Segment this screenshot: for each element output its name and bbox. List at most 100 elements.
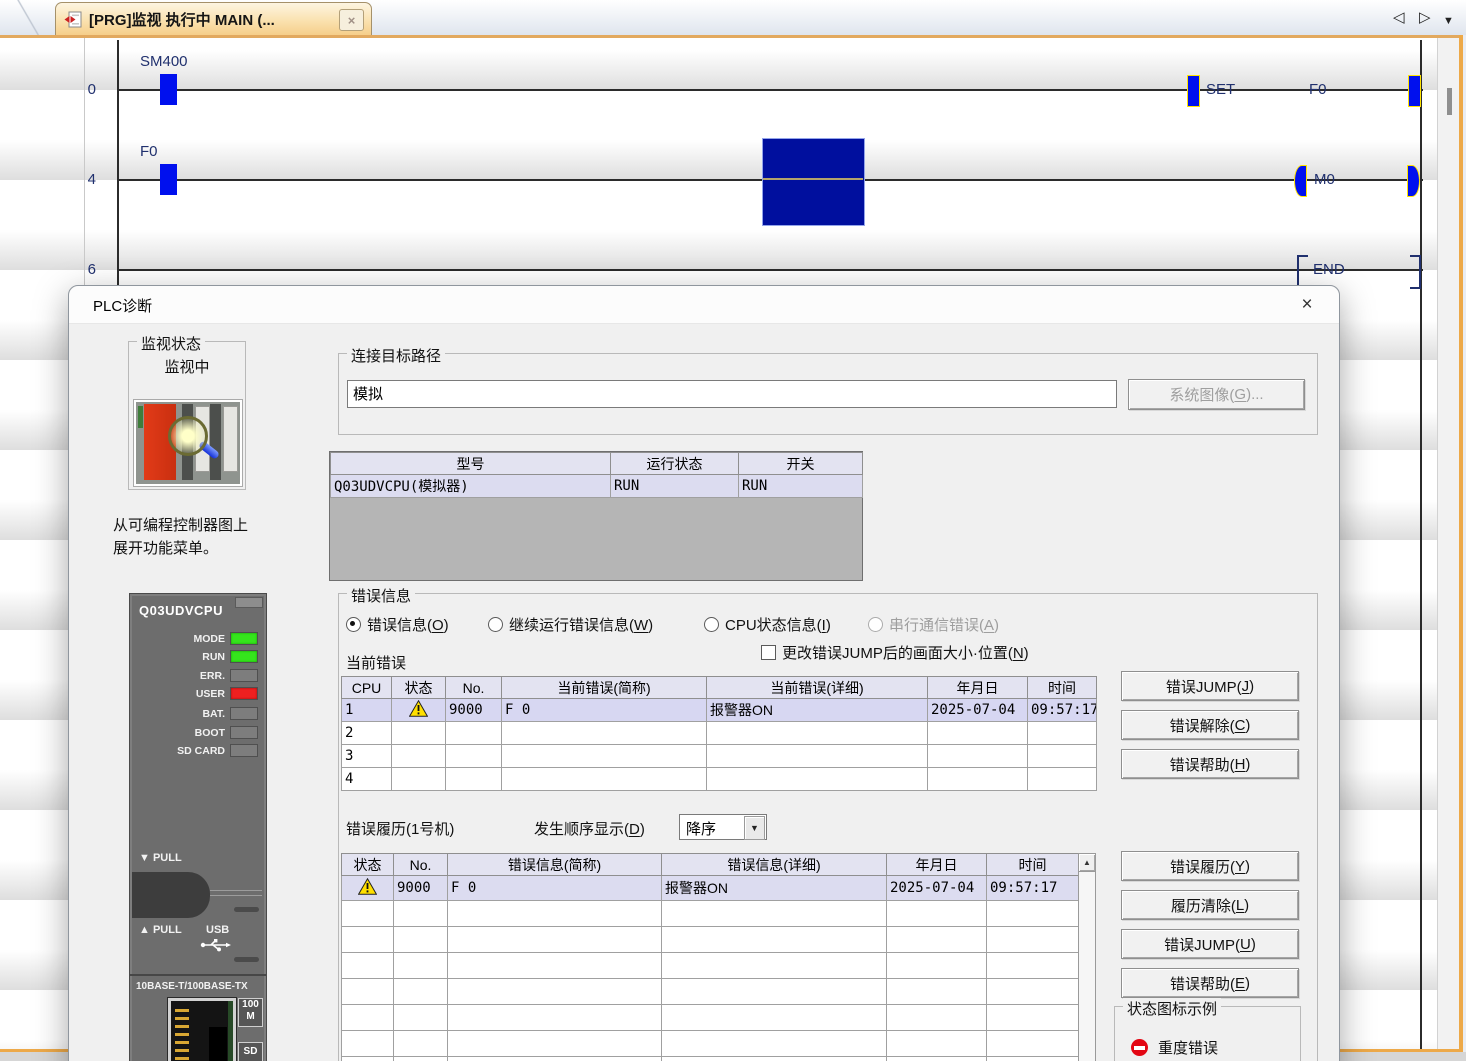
empty-error-row[interactable]: 2: [342, 722, 1097, 745]
history-error-row[interactable]: 9000 F 0 报警器ON 2025-07-04 09:57:17: [342, 876, 1079, 901]
order-combobox[interactable]: 降序 ▼: [679, 814, 767, 840]
led-row: USER: [136, 687, 258, 700]
ethernet-pin: [175, 1057, 189, 1060]
tab-scroll-right-icon[interactable]: ▷: [1419, 8, 1431, 28]
ethernet-pin: [175, 1033, 189, 1036]
empty-error-row[interactable]: 3: [342, 745, 1097, 768]
current-error-row[interactable]: 1 9000 F 0 报警器ON 2025-07-04 09:57:17: [342, 699, 1097, 722]
button-hotkey: L: [1236, 897, 1244, 914]
empty-history-row[interactable]: [342, 927, 1079, 953]
dialog-title-bar[interactable]: PLC诊断 ×: [69, 286, 1339, 324]
radio-circle: [488, 617, 503, 632]
cell: [887, 1005, 987, 1031]
dialog-close-icon[interactable]: ×: [1295, 293, 1319, 317]
button-text: 错误帮助(: [1170, 754, 1235, 775]
error-history-table: 状态 No. 错误信息(简称) 错误信息(详细) 年月日 时间 9000 F 0…: [341, 853, 1079, 1061]
set-instruction-operand[interactable]: F0: [1309, 81, 1327, 98]
cell-cpu: 3: [342, 745, 392, 768]
empty-history-row[interactable]: [342, 953, 1079, 979]
connection-path-field[interactable]: 模拟: [347, 380, 1117, 408]
cpu-seam-line: [210, 890, 262, 891]
button-hotkey: E: [1235, 975, 1245, 992]
col-header: 开关: [739, 453, 863, 475]
radio-label: 继续运行错误信息(W): [509, 614, 653, 635]
led-row: BAT.: [136, 707, 258, 720]
cell: [502, 722, 707, 745]
connection-path-group-label: 连接目标路径: [347, 345, 445, 366]
history-table-scrollbar[interactable]: ▲: [1078, 853, 1096, 1061]
empty-history-row[interactable]: [342, 1057, 1079, 1061]
magnifier-icon: [168, 416, 208, 456]
radio-cpu-status[interactable]: CPU状态信息(I): [704, 614, 831, 635]
cell: [394, 1057, 448, 1061]
hint-line-2: 展开功能菜单。: [113, 537, 218, 560]
ladder-selection-cursor[interactable]: [762, 138, 865, 226]
ethernet-speed-badge: 100 M: [238, 998, 263, 1027]
tab-prg-main[interactable]: [PRG]监视 执行中 MAIN (... ×: [55, 2, 372, 36]
system-image-button[interactable]: 系统图像(G)...: [1128, 379, 1305, 410]
cell: [887, 927, 987, 953]
cell-date: 2025-07-04: [887, 876, 987, 901]
cell-detail: 报警器ON: [707, 699, 928, 722]
warning-icon: [358, 878, 377, 895]
history-clear-button[interactable]: 履历清除(L): [1121, 890, 1299, 920]
button-text: ): [1245, 756, 1250, 773]
error-jump-button[interactable]: 错误JUMP(J): [1121, 671, 1299, 701]
cell: [662, 1005, 887, 1031]
history-error-jump-button[interactable]: 错误JUMP(U): [1121, 929, 1299, 959]
cell: [448, 927, 662, 953]
button-hotkey: J: [1242, 678, 1250, 695]
cpu-model-row[interactable]: Q03UDVCPU(模拟器) RUN RUN: [331, 475, 863, 498]
led-label: BAT.: [202, 708, 225, 720]
col-header: 状态: [342, 854, 394, 876]
empty-history-row[interactable]: [342, 901, 1079, 927]
history-error-help-button[interactable]: 错误帮助(E): [1121, 968, 1299, 998]
error-clear-button[interactable]: 错误解除(C): [1121, 710, 1299, 740]
set-instruction-op[interactable]: SET: [1206, 81, 1235, 98]
cell: [987, 1005, 1079, 1031]
coil-operand[interactable]: M0: [1314, 171, 1335, 188]
col-header: 型号: [331, 453, 611, 475]
radio-error-info[interactable]: 错误信息(O): [346, 614, 449, 635]
tab-close-icon[interactable]: ×: [339, 9, 364, 31]
end-instruction[interactable]: END: [1313, 261, 1345, 278]
cell: [987, 1031, 1079, 1057]
resize-after-jump-checkbox[interactable]: 更改错误JUMP后的画面大小·位置(N): [761, 642, 1029, 663]
empty-history-row[interactable]: [342, 1005, 1079, 1031]
scroll-up-icon[interactable]: ▲: [1079, 854, 1095, 872]
end-right-bracket: [1410, 255, 1421, 289]
button-text: ): [1245, 717, 1250, 734]
cell: [342, 927, 394, 953]
cell-brief: F 0: [502, 699, 707, 722]
dropdown-arrow-icon[interactable]: ▼: [744, 816, 765, 840]
current-error-label: 当前错误: [346, 652, 406, 673]
radio-continue-error[interactable]: 继续运行错误信息(W): [488, 614, 653, 635]
ladder-vertical-scrollbar[interactable]: [1437, 38, 1460, 1049]
cell: [394, 901, 448, 927]
led-row: RUN: [136, 650, 258, 663]
prg-document-icon: [64, 11, 83, 28]
cell: [662, 1031, 887, 1057]
tab-list-icon[interactable]: ▼: [1443, 11, 1454, 31]
scrollbar-thumb[interactable]: [1447, 88, 1452, 115]
empty-error-row[interactable]: 4: [342, 768, 1097, 791]
error-history-button[interactable]: 错误履历(Y): [1121, 851, 1299, 881]
contact-sm400[interactable]: [160, 74, 177, 105]
tab-scroll-left-icon[interactable]: ◁: [1393, 8, 1405, 28]
radio-serial-error[interactable]: 串行通信错误(A): [868, 614, 999, 635]
speed-top: 100: [242, 999, 259, 1010]
cell: [342, 901, 394, 927]
error-help-button[interactable]: 错误帮助(H): [1121, 749, 1299, 779]
checkbox-box: [761, 645, 776, 660]
cell: [887, 1031, 987, 1057]
cell: [1028, 745, 1097, 768]
contact-f0[interactable]: [160, 164, 177, 195]
radio-label: 错误信息(O): [367, 614, 449, 635]
empty-history-row[interactable]: [342, 979, 1079, 1005]
end-left-bracket: [1297, 255, 1308, 289]
empty-history-row[interactable]: [342, 1031, 1079, 1057]
cell-cpu: 2: [342, 722, 392, 745]
ethernet-pin: [175, 1025, 189, 1028]
cell: [448, 1031, 662, 1057]
rung-6-line: [117, 269, 1423, 271]
